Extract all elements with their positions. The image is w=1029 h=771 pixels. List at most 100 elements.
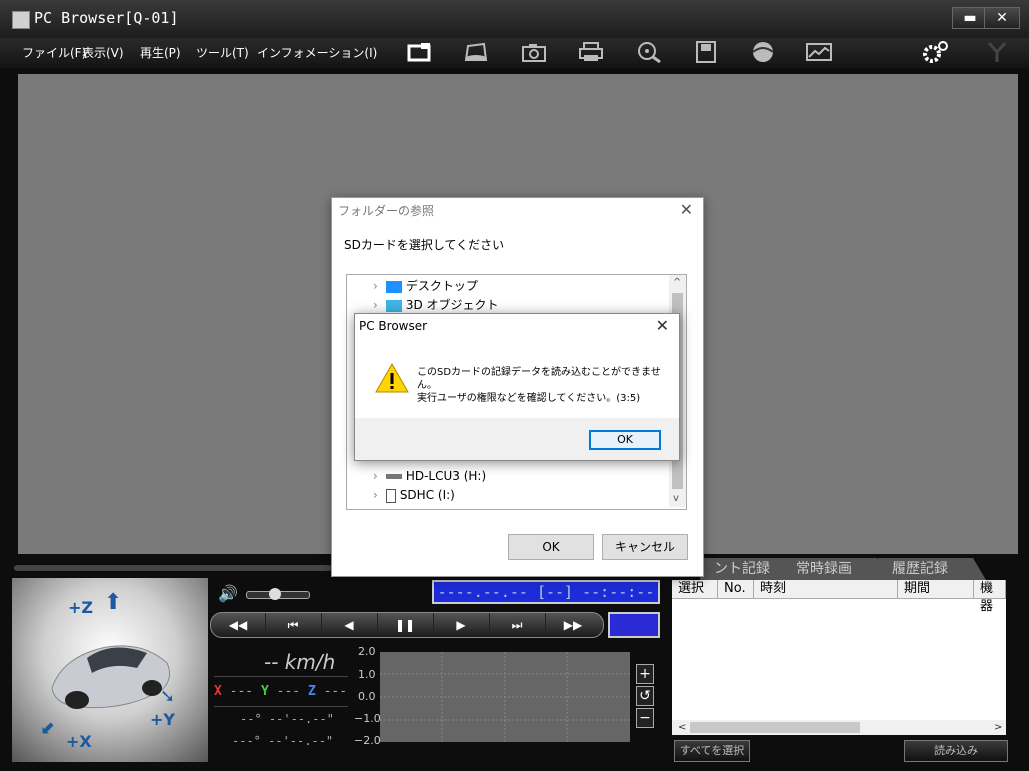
close-button[interactable]: ✕ (984, 7, 1020, 29)
cube-icon (385, 299, 402, 312)
cancel-button[interactable]: キャンセル (602, 534, 688, 560)
dialog-close-icon[interactable]: ✕ (680, 200, 693, 219)
gscale-tick: 1.0 (358, 668, 376, 681)
menu-view[interactable]: 表示(V) (82, 44, 124, 61)
gscale-tick: −2.0 (354, 734, 381, 747)
axis-x-label: +X (66, 732, 92, 751)
window-title: PC Browser[Q-01] (34, 9, 179, 27)
col-no[interactable]: No. (718, 580, 754, 598)
tree-item-hd-lcu3[interactable]: › HD-LCU3 (H:) (373, 467, 486, 485)
volume-slider[interactable] (246, 588, 310, 600)
skip-back-button[interactable]: ⏮ (265, 613, 322, 637)
col-select[interactable]: 選択 (672, 580, 718, 598)
sd-card-icon[interactable] (404, 40, 434, 66)
menu-file[interactable]: ファイル(F) (22, 44, 86, 61)
record-grid: 選択 No. 時刻 期間 機器 (672, 580, 1006, 735)
pause-button[interactable]: ❚❚ (377, 613, 434, 637)
acceleration-readout: X --- Y --- Z --- (214, 684, 347, 699)
tree-item-sdhc[interactable]: › SDHC (I:) (373, 486, 455, 504)
graph-zoom-controls: + ↺ − (636, 664, 654, 730)
scroll-right-icon[interactable]: > (994, 722, 1002, 733)
car-orientation-panel: +Z ⬆ +Y ➘ +X ⬋ (12, 578, 208, 762)
y-value: --- (276, 684, 301, 699)
save-icon[interactable] (691, 40, 721, 66)
divider (214, 706, 348, 707)
step-back-button[interactable]: ◀ (321, 613, 378, 637)
divider (214, 676, 348, 677)
select-all-button[interactable]: すべてを選択 (674, 740, 750, 762)
camera-icon[interactable] (519, 40, 549, 66)
arrow-up-icon: ⬆ (104, 590, 123, 615)
sd-card-icon (385, 488, 396, 503)
speed-readout: -- km/h (264, 650, 336, 674)
longitude-readout: ---° --'--.--" (232, 734, 334, 748)
skip-forward-button[interactable]: ⏭ (489, 613, 546, 637)
app-icon (12, 11, 30, 29)
chevron-right-icon[interactable]: › (373, 469, 378, 483)
x-value: --- (229, 684, 254, 699)
title-bar: PC Browser[Q-01] ▬ ✕ (0, 0, 1029, 38)
graph-grid (380, 652, 630, 742)
rewind-button[interactable]: ◀◀ (211, 613, 266, 637)
tree-item-3d-objects[interactable]: › 3D オブジェクト (373, 296, 499, 314)
zoom-out-button[interactable]: − (636, 708, 654, 728)
tab-continuous-record[interactable]: 常時録画 (782, 558, 890, 580)
menu-information[interactable]: インフォメーション(I) (257, 44, 377, 61)
message-text: このSDカードの記録データを読み込むことができません。 実行ユーザの権限などを確… (417, 366, 679, 405)
axis-z-label: +Z (68, 598, 94, 617)
message-close-icon[interactable]: ✕ (656, 316, 669, 335)
x-axis-label: X (214, 684, 222, 699)
ok-button[interactable]: OK (508, 534, 594, 560)
antenna-icon (982, 40, 1012, 66)
volume-icon[interactable]: 🔊 (218, 584, 238, 603)
message-ok-button[interactable]: OK (589, 430, 661, 450)
zoom-in-button[interactable]: + (636, 664, 654, 684)
map-icon[interactable] (804, 40, 834, 66)
arrow-right-icon: ➘ (160, 686, 176, 707)
message-line-1: このSDカードの記録データを読み込むことができません。 (417, 367, 661, 391)
scroll-thumb[interactable] (690, 722, 860, 733)
menu-tools[interactable]: ツール(T) (196, 44, 249, 61)
dialog-prompt: SDカードを選択してください (344, 238, 505, 252)
film-search-icon[interactable] (634, 40, 664, 66)
col-time[interactable]: 時刻 (754, 580, 898, 598)
message-title: PC Browser (359, 319, 428, 333)
chevron-right-icon[interactable]: › (373, 298, 378, 312)
seek-slider[interactable] (14, 565, 332, 571)
load-button[interactable]: 読み込み (904, 740, 1008, 762)
y-axis-label: Y (260, 684, 269, 699)
scroll-down-icon[interactable]: v (673, 493, 679, 504)
chevron-right-icon[interactable]: › (373, 279, 378, 293)
screen-icon[interactable] (461, 40, 491, 66)
minimize-button[interactable]: ▬ (952, 7, 988, 29)
desktop-icon (385, 280, 402, 293)
volume-knob[interactable] (269, 588, 281, 600)
tab-history-record[interactable]: 履歴記録 (878, 558, 986, 580)
arrow-left-icon: ⬋ (40, 718, 56, 739)
col-device[interactable]: 機器 (974, 580, 1006, 614)
g-sensor-graph (380, 652, 630, 742)
menu-play[interactable]: 再生(P) (140, 44, 181, 61)
chevron-right-icon[interactable]: › (373, 488, 378, 502)
gscale-tick: 2.0 (358, 645, 376, 658)
latitude-readout: --° --'--.--" (240, 712, 334, 726)
col-period[interactable]: 期間 (898, 580, 974, 598)
gscale-tick: −1.0 (354, 712, 381, 725)
gscale-tick: 0.0 (358, 690, 376, 703)
play-button[interactable]: ▶ (433, 613, 490, 637)
menu-bar: ファイル(F) 表示(V) 再生(P) ツール(T) インフォメーション(I) (0, 38, 1029, 68)
zoom-reset-button[interactable]: ↺ (636, 686, 654, 706)
timecode-display: ----.--.-- [--] --:--:-- (432, 580, 660, 604)
axis-y-label: +Y (150, 710, 175, 729)
scroll-left-icon[interactable]: < (678, 722, 686, 733)
grid-horizontal-scrollbar[interactable]: < > (672, 720, 1006, 735)
print-icon[interactable] (576, 40, 606, 66)
tree-item-desktop[interactable]: › デスクトップ (373, 277, 478, 295)
playback-bar: ◀◀ ⏮ ◀ ❚❚ ▶ ⏭ ▶▶ (210, 612, 604, 638)
fast-forward-button[interactable]: ▶▶ (545, 613, 601, 637)
message-footer: OK (355, 418, 679, 460)
error-message-box: PC Browser ✕ このSDカードの記録データを読み込むことができません。… (354, 313, 680, 461)
scroll-up-icon[interactable]: ^ (673, 277, 681, 288)
globe-icon[interactable] (748, 40, 778, 66)
settings-icon[interactable] (920, 40, 950, 66)
